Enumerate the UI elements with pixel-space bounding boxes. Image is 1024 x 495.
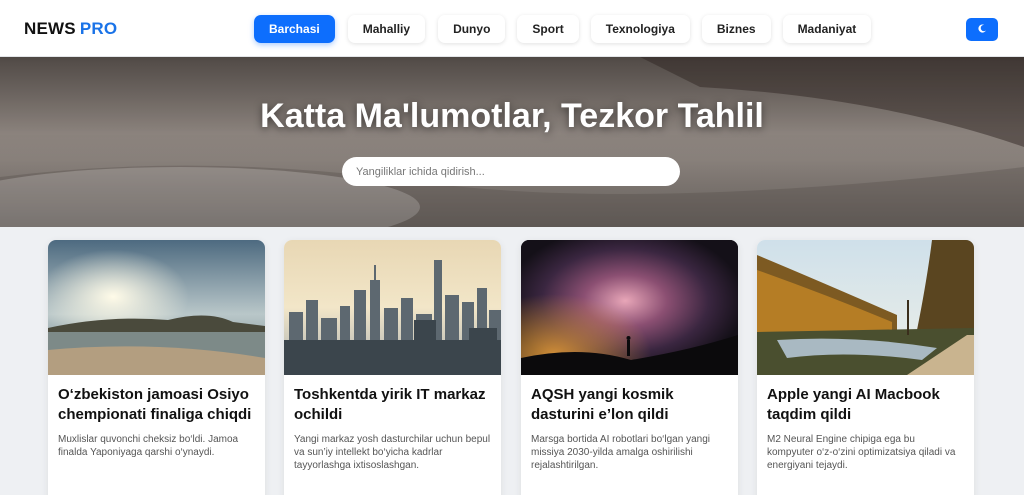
beach-sunset-photo [48, 240, 265, 375]
card-text: Muxlislar quvonchi cheksiz bo‘ldi. Jamoa… [58, 434, 239, 458]
logo[interactable]: NEWS PRO [24, 19, 117, 39]
hero-background-image [0, 57, 1024, 227]
card-text: Yangi markaz yosh dasturchilar uchun bep… [294, 434, 491, 471]
card-title[interactable]: Toshkentda yirik IT markaz ochildi [294, 385, 491, 425]
nav-item-mahalliy[interactable]: Mahalliy [347, 15, 426, 43]
hero-title: Katta Ma'lumotlar, Tezkor Tahlil [260, 97, 764, 135]
card-title[interactable]: AQSH yangi kosmik dasturini e’lon qildi [531, 385, 728, 425]
news-card[interactable]: O‘zbekiston jamoasi Osiyo chempionati fi… [48, 240, 265, 495]
top-navbar: NEWS PRO Barchasi Mahalliy Dunyo Sport Te… [0, 0, 1024, 57]
card-title[interactable]: Apple yangi AI Macbook taqdim qildi [767, 385, 964, 425]
category-nav: Barchasi Mahalliy Dunyo Sport Texnologiy… [254, 15, 872, 43]
nav-item-texnologiya[interactable]: Texnologiya [590, 15, 690, 43]
logo-accent: PRO [79, 19, 118, 38]
autumn-lake-photo [757, 240, 974, 375]
news-card[interactable]: Apple yangi AI Macbook taqdim qildi M2 N… [757, 240, 974, 495]
card-text: Marsga bortida AI robotlari bo‘lgan yang… [531, 434, 710, 471]
theme-toggle-button[interactable] [966, 18, 998, 41]
moon-icon [977, 23, 987, 36]
news-card[interactable]: Toshkentda yirik IT markaz ochildi Yangi… [284, 240, 501, 495]
milky-way-photo [521, 240, 738, 375]
city-skyline-photo [284, 240, 501, 375]
news-card[interactable]: AQSH yangi kosmik dasturini e’lon qildi … [521, 240, 738, 495]
search-input[interactable] [342, 157, 680, 186]
card-title[interactable]: O‘zbekiston jamoasi Osiyo chempionati fi… [58, 385, 255, 425]
logo-main: NEWS [24, 19, 76, 38]
nav-item-biznes[interactable]: Biznes [701, 15, 771, 43]
hero-banner: Katta Ma'lumotlar, Tezkor Tahlil [0, 57, 1024, 227]
news-cards: O‘zbekiston jamoasi Osiyo chempionati fi… [48, 240, 974, 495]
card-text: M2 Neural Engine chipiga ega bu kompyute… [767, 434, 956, 471]
nav-item-madaniyat[interactable]: Madaniyat [782, 15, 872, 43]
nav-item-sport[interactable]: Sport [517, 15, 579, 43]
nav-item-dunyo[interactable]: Dunyo [438, 15, 506, 43]
nav-item-barchasi[interactable]: Barchasi [254, 15, 335, 43]
